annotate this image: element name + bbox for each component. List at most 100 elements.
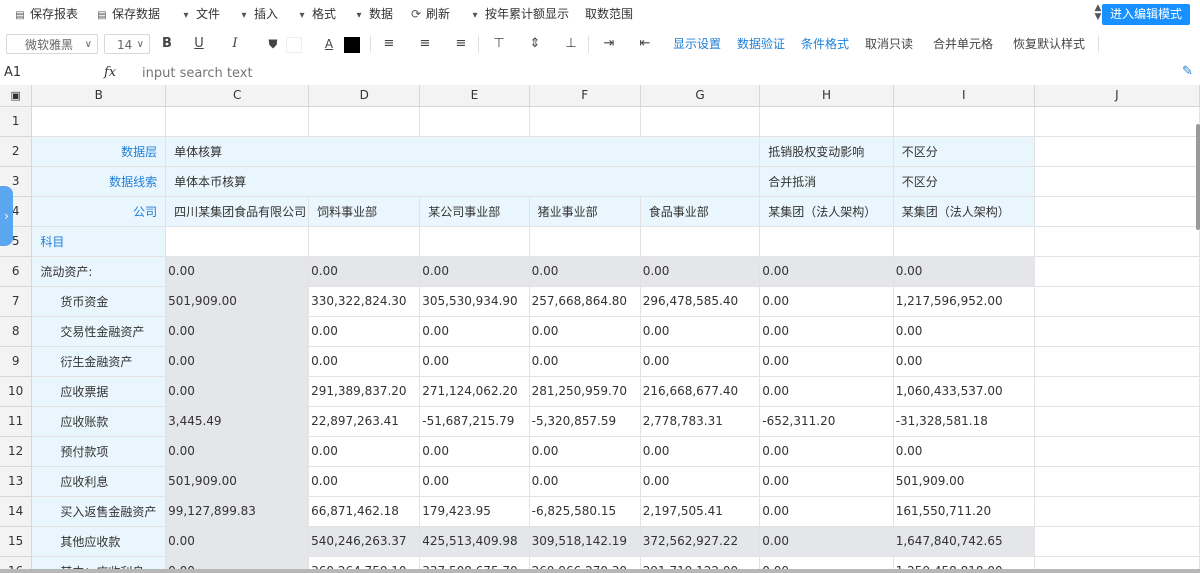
grid-cell[interactable]: [640, 106, 761, 137]
grid-cell[interactable]: [165, 226, 310, 257]
value-cell[interactable]: 0.00: [759, 376, 894, 407]
grid-cell[interactable]: [308, 226, 421, 257]
account-name-cell[interactable]: 买入返售金融资产: [31, 496, 167, 527]
underline-button[interactable]: U: [190, 35, 208, 53]
grid-cell[interactable]: [1034, 286, 1200, 317]
column-header[interactable]: I: [893, 85, 1035, 107]
value-cell[interactable]: 0.00: [165, 256, 310, 287]
value-cell[interactable]: 501,909.00: [165, 466, 310, 497]
row-number[interactable]: 2: [0, 136, 33, 167]
value-cell[interactable]: 0.00: [529, 316, 641, 347]
grid-cell[interactable]: 不区分: [893, 136, 1035, 167]
enter-edit-mode-button[interactable]: 进入编辑模式: [1101, 4, 1190, 25]
insert-menu[interactable]: ▾ 插入: [238, 0, 278, 29]
data-range-button[interactable]: 取数范围: [585, 0, 633, 29]
value-cell[interactable]: 0.00: [640, 436, 761, 467]
value-cell[interactable]: 1,217,596,952.00: [893, 286, 1035, 317]
grid-cell[interactable]: [1034, 316, 1200, 347]
value-cell[interactable]: 0.00: [893, 346, 1035, 377]
align-bottom-icon[interactable]: ⊥: [562, 35, 580, 53]
grid-cell[interactable]: 抵销股权变动影响: [759, 136, 894, 167]
row-number[interactable]: 6: [0, 256, 33, 287]
value-cell[interactable]: 0.00: [529, 436, 641, 467]
column-header[interactable]: G: [640, 85, 761, 107]
bold-button[interactable]: B: [158, 35, 176, 53]
value-cell[interactable]: 0.00: [529, 466, 641, 497]
value-cell[interactable]: 540,246,263.37: [308, 526, 421, 557]
value-cell[interactable]: 271,124,062.20: [419, 376, 530, 407]
value-cell[interactable]: 179,423.95: [419, 496, 530, 527]
column-header[interactable]: F: [529, 85, 641, 107]
column-header[interactable]: D: [308, 85, 421, 107]
value-cell[interactable]: 330,322,824.30: [308, 286, 421, 317]
value-cell[interactable]: 425,513,409.98: [419, 526, 530, 557]
column-header[interactable]: J: [1034, 85, 1200, 107]
grid-cell[interactable]: [1034, 166, 1200, 197]
company-cell[interactable]: 某公司事业部: [419, 196, 530, 227]
value-cell[interactable]: 1,060,433,537.00: [893, 376, 1035, 407]
column-header[interactable]: C: [165, 85, 310, 107]
grid-cell[interactable]: [640, 226, 761, 257]
restore-default-style-button[interactable]: 恢复默认样式: [1013, 29, 1085, 60]
data-clue-label[interactable]: 数据线索: [31, 166, 167, 197]
save-report-button[interactable]: ▤ 保存报表: [14, 0, 78, 29]
account-name-cell[interactable]: 应收票据: [31, 376, 167, 407]
value-cell[interactable]: 309,518,142.19: [529, 526, 641, 557]
account-name-cell[interactable]: 预付款项: [31, 436, 167, 467]
row-number[interactable]: 13: [0, 466, 33, 497]
font-color-swatch[interactable]: [344, 37, 360, 53]
grid-cell[interactable]: [759, 106, 894, 137]
fill-color-swatch[interactable]: [286, 37, 302, 53]
company-cell[interactable]: 饲料事业部: [308, 196, 421, 227]
account-name-cell[interactable]: 应收账款: [31, 406, 167, 437]
row-number[interactable]: 10: [0, 376, 33, 407]
account-name-cell[interactable]: 流动资产:: [31, 256, 167, 287]
grid-cell[interactable]: [893, 106, 1035, 137]
value-cell[interactable]: 0.00: [640, 256, 761, 287]
value-cell[interactable]: 3,445.49: [165, 406, 310, 437]
value-cell[interactable]: 2,197,505.41: [640, 496, 761, 527]
value-cell[interactable]: 0.00: [529, 346, 641, 377]
value-cell[interactable]: 0.00: [308, 256, 421, 287]
align-left-icon[interactable]: ≡: [380, 35, 398, 53]
column-header[interactable]: E: [419, 85, 530, 107]
select-all-corner[interactable]: ▣: [0, 85, 33, 107]
value-cell[interactable]: 0.00: [419, 466, 530, 497]
grid-cell[interactable]: [529, 226, 641, 257]
value-cell[interactable]: 0.00: [759, 346, 894, 377]
row-number[interactable]: 9: [0, 346, 33, 377]
value-cell[interactable]: 0.00: [308, 316, 421, 347]
grid-cell[interactable]: [1034, 436, 1200, 467]
value-cell[interactable]: 0.00: [759, 526, 894, 557]
value-cell[interactable]: 0.00: [308, 466, 421, 497]
row-number[interactable]: 12: [0, 436, 33, 467]
account-name-cell[interactable]: 货币资金: [31, 286, 167, 317]
value-cell[interactable]: 372,562,927.22: [640, 526, 761, 557]
align-top-icon[interactable]: ⊤: [490, 35, 508, 53]
grid-cell[interactable]: [1034, 196, 1200, 227]
value-cell[interactable]: 257,668,864.80: [529, 286, 641, 317]
horizontal-scrollbar[interactable]: [0, 569, 1200, 573]
value-cell[interactable]: -6,825,580.15: [529, 496, 641, 527]
grid-cell[interactable]: 合并抵消: [759, 166, 894, 197]
grid-cell[interactable]: [1034, 466, 1200, 497]
account-name-cell[interactable]: 其他应收款: [31, 526, 167, 557]
value-cell[interactable]: 0.00: [308, 436, 421, 467]
align-right-icon[interactable]: ≡: [452, 35, 470, 53]
row-number[interactable]: 8: [0, 316, 33, 347]
value-cell[interactable]: 0.00: [165, 316, 310, 347]
value-cell[interactable]: 0.00: [308, 346, 421, 377]
data-clue-value[interactable]: 单体本币核算: [165, 166, 761, 197]
grid-cell[interactable]: [1034, 496, 1200, 527]
data-menu[interactable]: ▾ 数据: [353, 0, 393, 29]
row-number[interactable]: 14: [0, 496, 33, 527]
row-number[interactable]: 11: [0, 406, 33, 437]
value-cell[interactable]: 0.00: [165, 526, 310, 557]
grid-cell[interactable]: [308, 106, 421, 137]
grid-cell[interactable]: [1034, 226, 1200, 257]
value-cell[interactable]: 216,668,677.40: [640, 376, 761, 407]
row-number[interactable]: 7: [0, 286, 33, 317]
save-data-button[interactable]: ▤ 保存数据: [96, 0, 160, 29]
grid-cell[interactable]: [759, 226, 894, 257]
function-icon[interactable]: fx: [104, 60, 116, 85]
